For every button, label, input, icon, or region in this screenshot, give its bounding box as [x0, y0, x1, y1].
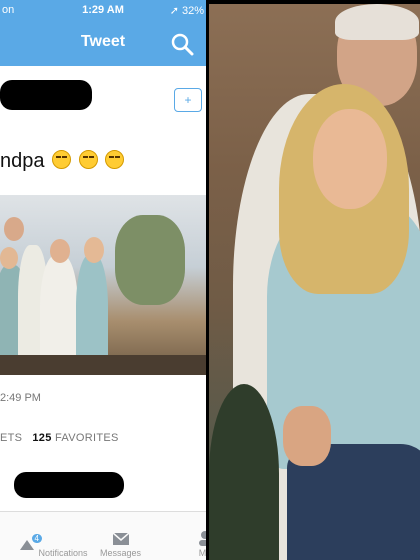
status-bar: on 1:29 AM ➚ 32%	[0, 0, 206, 22]
man-hair	[335, 4, 419, 40]
envelope-icon	[112, 532, 130, 545]
follow-button[interactable]: +	[174, 88, 202, 112]
tweet-photo[interactable]	[0, 195, 206, 375]
laughing-emoji-icon	[52, 150, 72, 169]
tweet-stats: ETS 125 FAVORITES	[0, 432, 119, 444]
tweet-text-content: ndpa	[0, 150, 45, 172]
person-head	[0, 247, 18, 269]
person-head	[4, 217, 24, 241]
tab-label: Me	[198, 548, 206, 558]
ground	[0, 355, 206, 375]
person-head	[50, 239, 70, 263]
redacted-reply	[14, 472, 124, 498]
nav-bar: Tweet	[0, 22, 206, 66]
alarm-icon: ➚	[169, 5, 179, 17]
laughing-emoji-icon	[105, 150, 125, 169]
plant-foliage	[209, 384, 279, 560]
notifications-badge: 4	[31, 534, 42, 543]
tweet-timestamp: 2:49 PM	[0, 392, 41, 404]
favorites-label[interactable]: FAVORITES	[55, 432, 119, 444]
tab-label: Messages	[100, 548, 142, 558]
profile-icon	[199, 531, 206, 546]
zoomed-photo	[209, 4, 420, 560]
search-icon[interactable]	[170, 32, 194, 56]
tab-bar: 4 Notifications Messages Me	[0, 511, 206, 560]
tab-label: Notifications	[38, 548, 88, 558]
laughing-emoji-icon	[78, 150, 98, 169]
redacted-username	[0, 80, 92, 110]
tab-me[interactable]: Me	[190, 530, 206, 558]
tab-notifications[interactable]: 4 Notifications	[18, 534, 88, 558]
phone-screenshot: on 1:29 AM ➚ 32% Tweet + ndpa 2:49 PM ET…	[0, 0, 206, 560]
retweets-label[interactable]: ETS	[0, 432, 22, 444]
tab-messages[interactable]: Messages	[100, 532, 141, 558]
tree-shape	[115, 215, 185, 305]
favorites-count[interactable]: 125	[32, 432, 51, 444]
person-head	[84, 237, 104, 263]
battery-percent: 32%	[181, 5, 204, 17]
woman-face	[313, 109, 387, 209]
tweet-text: ndpa	[0, 150, 125, 173]
man-hand	[283, 406, 331, 466]
battery-indicator: ➚ 32%	[170, 4, 204, 17]
